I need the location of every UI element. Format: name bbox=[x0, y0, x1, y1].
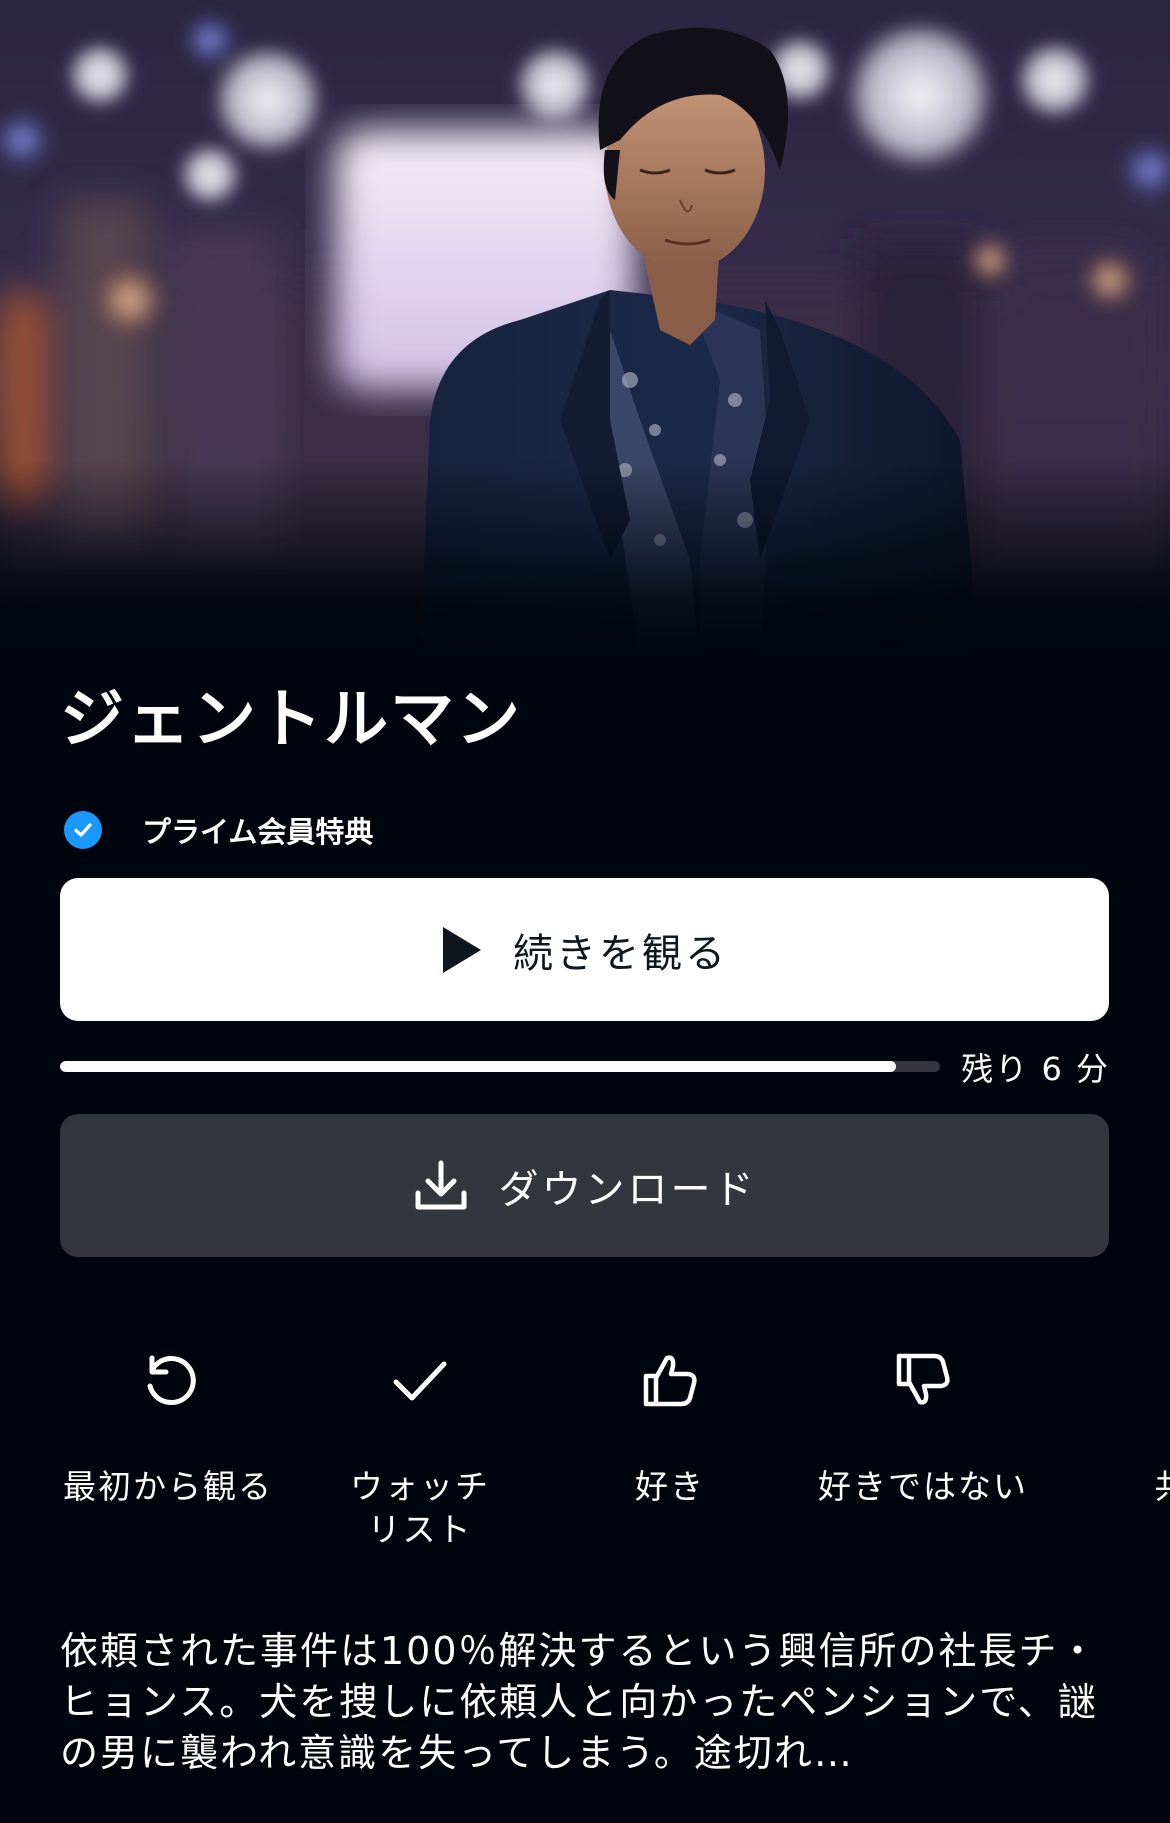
share-action[interactable]: 共 bbox=[1046, 1345, 1170, 1508]
download-label: ダウンロード bbox=[498, 1166, 757, 1213]
check-circle-icon bbox=[64, 811, 102, 849]
restart-action[interactable]: 最初から観る bbox=[42, 1345, 294, 1508]
time-remaining: 残り 6 分 bbox=[961, 1050, 1110, 1088]
thumbs-up-icon bbox=[544, 1345, 796, 1415]
watchlist-action[interactable]: ウォッチ リスト bbox=[294, 1345, 546, 1551]
like-action[interactable]: 好き bbox=[544, 1345, 796, 1508]
prime-benefit-badge: プライム会員特典 bbox=[64, 808, 373, 852]
watch-progress-fill bbox=[60, 1061, 896, 1072]
continue-watching-button[interactable]: 続きを観る bbox=[60, 878, 1109, 1021]
play-icon bbox=[441, 925, 483, 975]
checkmark-icon bbox=[294, 1345, 546, 1415]
action-row: 最初から観る ウォッチ リスト 好き 好きではない bbox=[0, 1345, 1170, 1565]
continue-watching-label: 続きを観る bbox=[513, 930, 728, 977]
share-icon bbox=[1046, 1345, 1170, 1415]
hero-fade-overlay bbox=[0, 460, 1170, 660]
download-button[interactable]: ダウンロード bbox=[60, 1114, 1109, 1257]
thumbs-down-icon bbox=[797, 1345, 1049, 1415]
dislike-action[interactable]: 好きではない bbox=[797, 1345, 1049, 1508]
detail-page: ジェントルマン プライム会員特典 続きを観る 残り 6 分 ダウンロード 最初か… bbox=[0, 0, 1170, 1823]
like-label: 好き bbox=[635, 1467, 705, 1506]
dislike-label: 好きではない bbox=[818, 1467, 1028, 1506]
page-title: ジェントルマン bbox=[60, 683, 522, 757]
restart-icon bbox=[42, 1345, 294, 1415]
restart-label: 最初から観る bbox=[63, 1467, 273, 1506]
badge-label: プライム会員特典 bbox=[142, 815, 374, 849]
synopsis[interactable]: 依頼された事件は100％解決するという興信所の社長チ・ヒョンス。犬を捜しに依頼人… bbox=[60, 1626, 1120, 1779]
hero-image bbox=[0, 0, 1170, 660]
watchlist-label: ウォッチ リスト bbox=[350, 1467, 490, 1549]
share-label: 共 bbox=[1046, 1465, 1170, 1508]
download-icon bbox=[413, 1159, 469, 1213]
watch-progress-bar bbox=[60, 1061, 940, 1072]
